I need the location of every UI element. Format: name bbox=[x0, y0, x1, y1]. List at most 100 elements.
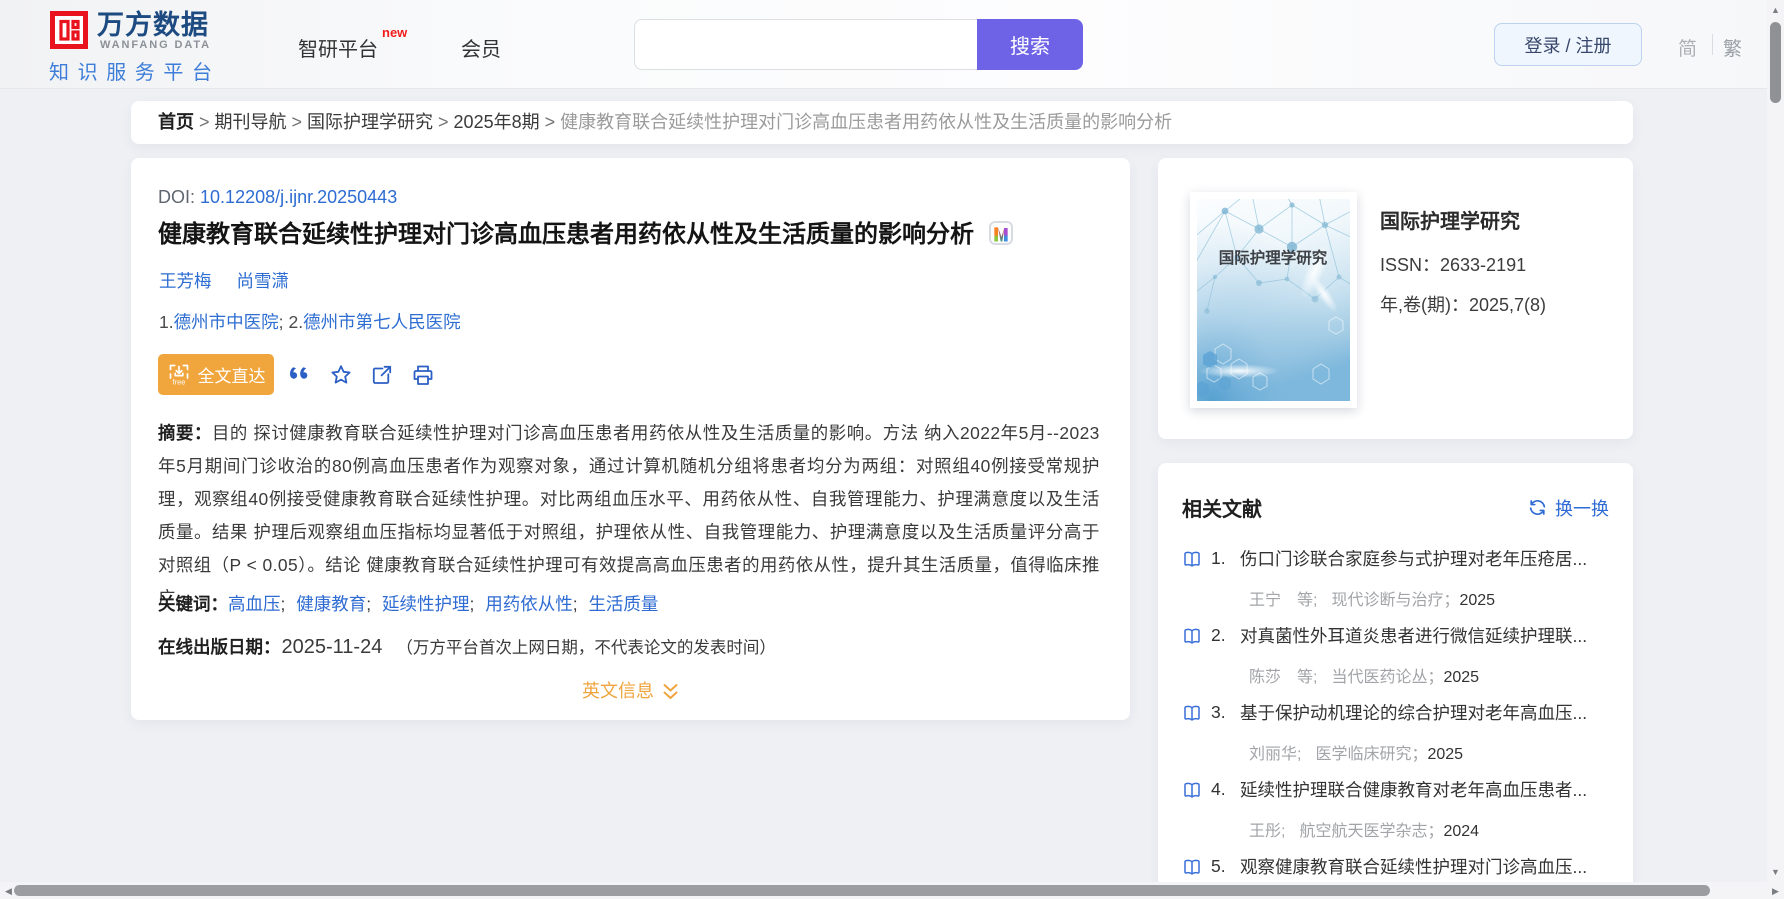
brand-name[interactable]: 万方数据 bbox=[97, 12, 209, 39]
share-icon[interactable] bbox=[370, 363, 394, 387]
related-item-journal[interactable]: 当代医药论丛 bbox=[1331, 669, 1427, 686]
journal-issn: ISSN：2633-2191 bbox=[1380, 251, 1526, 277]
related-item-journal[interactable]: 现代诊断与治疗 bbox=[1331, 592, 1443, 609]
pubdate-note: （万方平台首次上网日期，不代表论文的发表时间） bbox=[396, 639, 776, 657]
related-item: 1. 伤口门诊联合家庭参与式护理对老年压疮居... 王宁 等; 现代诊断与治疗；2… bbox=[1158, 548, 1633, 625]
related-meta-separator: ； bbox=[1443, 592, 1460, 609]
medline-badge-icon[interactable] bbox=[989, 221, 1013, 245]
related-item-authors[interactable]: 王宁 等; bbox=[1249, 592, 1317, 609]
article-title-row: 健康教育联合延续性护理对门诊高血压患者用药依从性及生活质量的影响分析 bbox=[158, 218, 1118, 252]
related-item-number: 2. bbox=[1211, 625, 1226, 645]
abstract-label: 摘要： bbox=[158, 423, 212, 443]
horizontal-scrollbar-thumb[interactable] bbox=[14, 885, 1710, 896]
affiliation-link[interactable]: 德州市中医院 bbox=[174, 312, 279, 332]
related-item-meta: 陈莎 等; 当代医药论丛；2025 bbox=[1249, 663, 1611, 687]
vertical-scrollbar-thumb[interactable] bbox=[1770, 22, 1781, 103]
refresh-related-button[interactable]: 换一换 bbox=[1528, 495, 1609, 521]
related-item-year: 2025 bbox=[1459, 592, 1496, 609]
related-literature-card: 相关文献 换一换 1. 伤口门诊联合家庭参与式护理对老年压疮居... 王宁 等;… bbox=[1158, 463, 1633, 899]
search-input[interactable] bbox=[634, 19, 977, 70]
breadcrumb-journal[interactable]: 国际护理学研究 bbox=[307, 112, 433, 132]
related-item-number: 3. bbox=[1211, 702, 1226, 722]
keyword-link[interactable]: 延续性护理 bbox=[382, 594, 470, 614]
related-item-meta: 王宁 等; 现代诊断与治疗；2025 bbox=[1249, 586, 1611, 610]
print-icon[interactable] bbox=[411, 363, 435, 387]
search-button[interactable]: 搜索 bbox=[977, 19, 1083, 70]
journal-card: 国际护理学研究 国际护理学研究 ISSN：2633-2191 年,卷(期)：20… bbox=[1158, 158, 1633, 439]
journal-issn-label: ISSN： bbox=[1380, 255, 1441, 275]
keyword-link[interactable]: 生活质量 bbox=[588, 594, 658, 614]
page-title: 健康教育联合延续性护理对门诊高血压患者用药依从性及生活质量的影响分析 bbox=[158, 221, 974, 248]
related-item-authors[interactable]: 王彤; bbox=[1249, 823, 1285, 840]
english-info-toggle[interactable]: 英文信息 bbox=[131, 677, 1130, 703]
nav-research-platform[interactable]: 智研平台 new bbox=[298, 25, 407, 62]
related-item-title[interactable]: 基于保护动机理论的综合护理对老年高血压... bbox=[1240, 702, 1612, 724]
breadcrumb-current: 健康教育联合延续性护理对门诊高血压患者用药依从性及生活质量的影响分析 bbox=[560, 112, 1173, 132]
related-item-authors[interactable]: 刘丽华; bbox=[1249, 746, 1301, 763]
related-item-authors[interactable]: 陈莎 等; bbox=[1249, 669, 1317, 686]
nav-research-platform-label: 智研平台 bbox=[298, 39, 378, 61]
related-item-title-row: 5. 观察健康教育联合延续性护理对门诊高血压... bbox=[1182, 856, 1612, 878]
breadcrumb-issue[interactable]: 2025年8期 bbox=[454, 112, 540, 132]
related-item-title[interactable]: 对真菌性外耳道炎患者进行微信延续护理联... bbox=[1240, 625, 1612, 647]
related-item: 3. 基于保护动机理论的综合护理对老年高血压... 刘丽华; 医学临床研究；202… bbox=[1158, 702, 1633, 779]
nav-member-label: 会员 bbox=[461, 39, 501, 61]
pubdate-label: 在线出版日期： bbox=[158, 637, 281, 657]
related-item-title[interactable]: 延续性护理联合健康教育对老年高血压患者... bbox=[1240, 779, 1612, 801]
english-info-label: 英文信息 bbox=[582, 681, 654, 701]
related-item-year: 2025 bbox=[1427, 746, 1464, 763]
article-card: DOI: 10.12208/j.ijnr.20250443 健康教育联合延续性护… bbox=[131, 158, 1130, 720]
affiliation-link[interactable]: 德州市第七人民医院 bbox=[303, 312, 461, 332]
wanfang-logo-icon[interactable] bbox=[50, 11, 88, 49]
breadcrumb-journal-nav[interactable]: 期刊导航 bbox=[215, 112, 287, 132]
doi-row: DOI: 10.12208/j.ijnr.20250443 bbox=[158, 186, 397, 208]
related-item-title[interactable]: 观察健康教育联合延续性护理对门诊高血压... bbox=[1240, 856, 1612, 878]
affiliation-number: 2. bbox=[288, 312, 304, 332]
book-icon bbox=[1184, 551, 1200, 567]
lang-traditional-toggle[interactable]: 繁 bbox=[1723, 34, 1742, 61]
cite-icon[interactable] bbox=[288, 363, 312, 387]
related-item-journal[interactable]: 航空航天医学杂志 bbox=[1299, 823, 1427, 840]
related-item-number: 1. bbox=[1211, 548, 1226, 568]
fulltext-button-label: 全文直达 bbox=[197, 367, 266, 386]
lang-simplified-toggle[interactable]: 简 bbox=[1678, 34, 1697, 61]
keywords-row: 关键词：高血压; 健康教育; 延续性护理; 用药依从性; 生活质量 bbox=[158, 592, 664, 617]
scroll-up-arrow-icon[interactable]: ▲ bbox=[1767, 5, 1784, 15]
login-register-button[interactable]: 登录 / 注册 bbox=[1494, 23, 1642, 66]
keyword-link[interactable]: 健康教育 bbox=[296, 594, 366, 614]
new-badge: new bbox=[382, 25, 408, 40]
keyword-separator: ; bbox=[469, 594, 480, 614]
related-item-title[interactable]: 伤口门诊联合家庭参与式护理对老年压疮居... bbox=[1240, 548, 1612, 570]
related-item-meta: 王彤; 航空航天医学杂志；2024 bbox=[1249, 817, 1611, 841]
keyword-link[interactable]: 用药依从性 bbox=[485, 594, 573, 614]
nav-member[interactable]: 会员 bbox=[461, 33, 501, 62]
journal-title[interactable]: 国际护理学研究 bbox=[1380, 205, 1520, 234]
journal-volume: 年,卷(期)：2025,7(8) bbox=[1380, 291, 1546, 317]
pubdate-row: 在线出版日期：2025-11-24 （万方平台首次上网日期，不代表论文的发表时间） bbox=[158, 635, 776, 661]
horizontal-scrollbar[interactable]: ◀ ▶ bbox=[0, 882, 1784, 899]
scroll-right-arrow-icon[interactable]: ▶ bbox=[1767, 886, 1784, 896]
vertical-scrollbar[interactable]: ▲ ▼ bbox=[1767, 0, 1784, 882]
journal-cover-title: 国际护理学研究 bbox=[1219, 248, 1328, 267]
author-link[interactable]: 尚雪潇 bbox=[237, 271, 290, 291]
author-link[interactable]: 王芳梅 bbox=[159, 271, 212, 291]
favorite-star-icon[interactable] bbox=[329, 363, 353, 387]
scroll-down-arrow-icon[interactable]: ▼ bbox=[1767, 867, 1784, 877]
doi-link[interactable]: 10.12208/j.ijnr.20250443 bbox=[200, 187, 397, 207]
breadcrumb-home[interactable]: 首页 bbox=[158, 112, 194, 132]
pubdate-value: 2025-11-24 bbox=[281, 636, 383, 658]
brand-tagline: 知识服务平台 bbox=[49, 62, 221, 84]
lang-divider bbox=[1712, 34, 1713, 55]
fulltext-button[interactable]: free 全文直达 bbox=[158, 354, 274, 395]
breadcrumb-separator: > bbox=[291, 112, 303, 132]
journal-cover[interactable]: 国际护理学研究 bbox=[1190, 192, 1357, 408]
abstract: 摘要：目的 探讨健康教育联合延续性护理对门诊高血压患者用药依从性及生活质量的影响… bbox=[158, 417, 1100, 615]
keyword-link[interactable]: 高血压 bbox=[228, 594, 281, 614]
related-item-journal[interactable]: 医学临床研究 bbox=[1315, 746, 1411, 763]
keywords-list: 高血压; 健康教育; 延续性护理; 用药依从性; 生活质量 bbox=[228, 594, 664, 614]
keyword-separator: ; bbox=[366, 594, 376, 614]
breadcrumb-separator: > bbox=[544, 112, 556, 132]
book-icon bbox=[1184, 782, 1200, 798]
related-item-title-row: 1. 伤口门诊联合家庭参与式护理对老年压疮居... bbox=[1182, 548, 1612, 570]
book-icon bbox=[1184, 628, 1200, 644]
